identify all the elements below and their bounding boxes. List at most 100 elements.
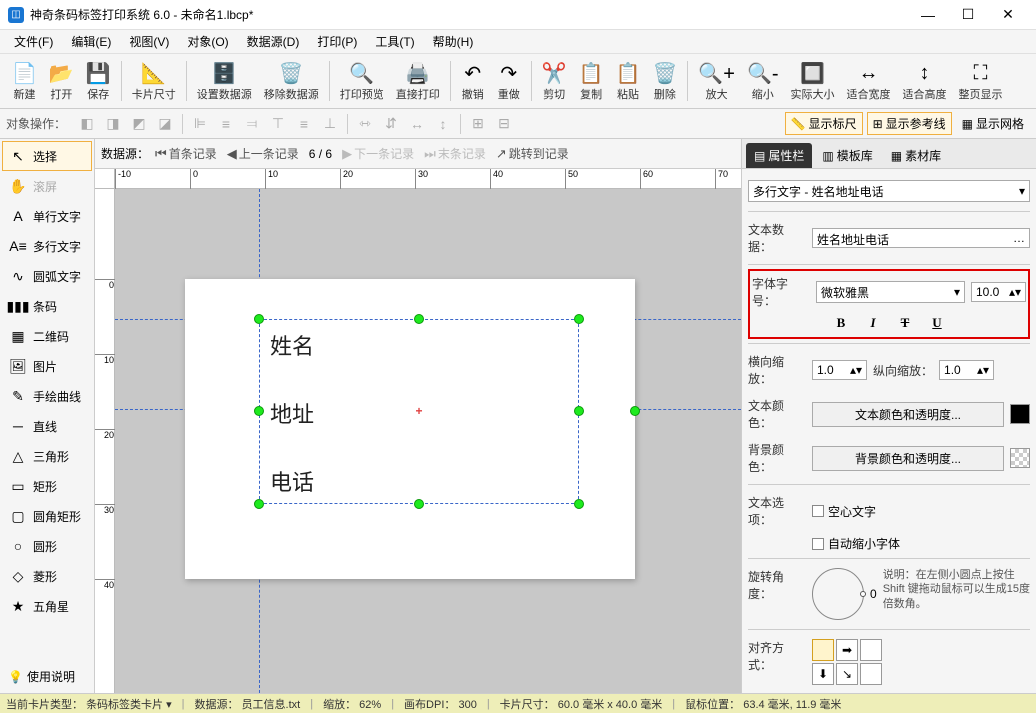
tool-矩形[interactable]: ▭矩形 <box>2 471 92 501</box>
jump-record-button[interactable]: ↗跳转到记录 <box>492 145 573 162</box>
tool-直线[interactable]: ─直线 <box>2 411 92 441</box>
tool-菱形[interactable]: ◇菱形 <box>2 561 92 591</box>
tool-圆角矩形[interactable]: ▢圆角矩形 <box>2 501 92 531</box>
menu-item-3[interactable]: 对象(O) <box>179 31 236 52</box>
toolbar-新建[interactable]: 📄新建 <box>6 56 43 106</box>
toolbar-删除[interactable]: 🗑️删除 <box>646 56 683 106</box>
ungroup-icon[interactable]: ⊟ <box>493 113 515 135</box>
same-w-icon[interactable]: ↔ <box>406 113 428 135</box>
align-tc[interactable]: ➡ <box>836 639 858 661</box>
font-size-spinner[interactable]: 10.0▴▾ <box>971 282 1026 302</box>
handle-sw[interactable] <box>254 499 264 509</box>
toggle-显示标尺[interactable]: 📏显示标尺 <box>785 112 863 135</box>
textcolor-swatch[interactable] <box>1010 404 1030 424</box>
rotation-wheel[interactable] <box>812 568 864 620</box>
tab-templates[interactable]: ▥模板库 <box>814 143 880 168</box>
align-mr[interactable] <box>860 663 882 685</box>
prev-record-button[interactable]: ◀上一条记录 <box>223 145 303 162</box>
tool-手绘曲线[interactable]: ✎手绘曲线 <box>2 381 92 411</box>
handle-ne[interactable] <box>574 314 584 324</box>
align-top-icon[interactable]: ⊤ <box>267 113 289 135</box>
handle-e2[interactable] <box>630 406 640 416</box>
menu-item-2[interactable]: 视图(V) <box>121 31 177 52</box>
handle-w[interactable] <box>254 406 264 416</box>
align-left-icon[interactable]: ⊫ <box>189 113 211 135</box>
toolbar-粘贴[interactable]: 📋粘贴 <box>610 56 647 106</box>
font-family-select[interactable]: 微软雅黑▾ <box>816 281 965 303</box>
tool-三角形[interactable]: △三角形 <box>2 441 92 471</box>
ruler-horizontal[interactable]: -10010203040506070 <box>115 169 741 189</box>
underline-button[interactable]: U <box>928 315 946 331</box>
toolbar-复制[interactable]: 📋复制 <box>573 56 610 106</box>
maximize-button[interactable]: ☐ <box>948 1 988 29</box>
autoshrink-checkbox[interactable] <box>812 538 824 550</box>
toggle-显示参考线[interactable]: ⊞显示参考线 <box>867 112 952 135</box>
toolbar-打印预览[interactable]: 🔍打印预览 <box>334 56 390 106</box>
toolbar-卡片尺寸[interactable]: 📐卡片尺寸 <box>126 56 182 106</box>
bgcolor-swatch[interactable] <box>1010 448 1030 468</box>
tool-二维码[interactable]: ▦二维码 <box>2 321 92 351</box>
handle-se[interactable] <box>574 499 584 509</box>
handle-nw[interactable] <box>254 314 264 324</box>
handle-n[interactable] <box>414 314 424 324</box>
toolbar-重做[interactable]: ↷重做 <box>491 56 527 106</box>
tab-properties[interactable]: ▤属性栏 <box>746 143 812 168</box>
align-bottom-icon[interactable]: ⊥ <box>319 113 341 135</box>
bold-button[interactable]: B <box>832 315 850 331</box>
tool-圆形[interactable]: ○圆形 <box>2 531 92 561</box>
first-record-button[interactable]: ⏮首条记录 <box>151 145 221 162</box>
distribute-v-icon[interactable]: ⇵ <box>380 113 402 135</box>
menu-item-7[interactable]: 帮助(H) <box>425 31 482 52</box>
text-phone[interactable]: 电话 <box>270 465 314 497</box>
toolbar-保存[interactable]: 💾保存 <box>80 56 117 106</box>
minimize-button[interactable]: — <box>908 1 948 29</box>
last-record-button[interactable]: ⏭末条记录 <box>420 145 490 162</box>
align-tl[interactable] <box>812 639 834 661</box>
toolbar-移除数据源[interactable]: 🗑️移除数据源 <box>258 56 325 106</box>
canvas[interactable]: 姓名 地址 电话 + <box>115 189 741 693</box>
align-center-icon[interactable]: ≡ <box>215 113 237 135</box>
handle-e[interactable] <box>574 406 584 416</box>
tool-选择[interactable]: ↖选择 <box>2 141 92 171</box>
hscale-spinner[interactable]: 1.0▴▾ <box>812 360 867 380</box>
tool-五角星[interactable]: ★五角星 <box>2 591 92 621</box>
strike-button[interactable]: T <box>896 315 914 331</box>
align-mc[interactable]: ↘ <box>836 663 858 685</box>
bgcolor-button[interactable]: 背景颜色和透明度... <box>812 446 1004 471</box>
toolbar-打开[interactable]: 📂打开 <box>43 56 80 106</box>
toolbar-整页显示[interactable]: ⛶整页显示 <box>953 56 1009 106</box>
same-h-icon[interactable]: ↕ <box>432 113 454 135</box>
tool-图片[interactable]: 🖼图片 <box>2 351 92 381</box>
next-record-button[interactable]: ▶下一条记录 <box>338 145 418 162</box>
hollow-checkbox[interactable] <box>812 505 824 517</box>
toolbar-缩小[interactable]: 🔍-缩小 <box>741 56 785 106</box>
toolbar-直接打印[interactable]: 🖨️直接打印 <box>390 56 446 106</box>
toolbar-剪切[interactable]: ✂️剪切 <box>536 56 573 106</box>
tool-条码[interactable]: ▮▮▮条码 <box>2 291 92 321</box>
tool-单行文字[interactable]: A单行文字 <box>2 201 92 231</box>
menu-item-1[interactable]: 编辑(E) <box>63 31 119 52</box>
object-selector[interactable]: 多行文字 - 姓名地址电话▾ <box>748 180 1030 202</box>
layer-bottom-icon[interactable]: ◪ <box>154 113 176 135</box>
tool-圆弧文字[interactable]: ∿圆弧文字 <box>2 261 92 291</box>
toolbar-撤销[interactable]: ↶撤销 <box>455 56 491 106</box>
tool-多行文字[interactable]: A≡多行文字 <box>2 231 92 261</box>
textcolor-button[interactable]: 文本颜色和透明度... <box>812 402 1004 427</box>
toolbar-适合宽度[interactable]: ↔适合宽度 <box>841 56 897 106</box>
menu-item-4[interactable]: 数据源(D) <box>239 31 308 52</box>
text-name[interactable]: 姓名 <box>270 329 314 361</box>
text-addr[interactable]: 地址 <box>270 397 314 429</box>
layer-back-icon[interactable]: ◩ <box>128 113 150 135</box>
group-icon[interactable]: ⊞ <box>467 113 489 135</box>
toolbar-适合高度[interactable]: ↕适合高度 <box>897 56 953 106</box>
menu-item-0[interactable]: 文件(F) <box>6 31 61 52</box>
toolbar-设置数据源[interactable]: 🗄️设置数据源 <box>191 56 258 106</box>
italic-button[interactable]: I <box>864 315 882 331</box>
align-ml[interactable]: ⬇ <box>812 663 834 685</box>
tool-滚屏[interactable]: ✋滚屏 <box>2 171 92 201</box>
vscale-spinner[interactable]: 1.0▴▾ <box>939 360 994 380</box>
menu-item-5[interactable]: 打印(P) <box>309 31 365 52</box>
toggle-显示网格[interactable]: ▦显示网格 <box>956 112 1030 135</box>
distribute-h-icon[interactable]: ⇿ <box>354 113 376 135</box>
toolbar-放大[interactable]: 🔍+放大 <box>692 56 741 106</box>
